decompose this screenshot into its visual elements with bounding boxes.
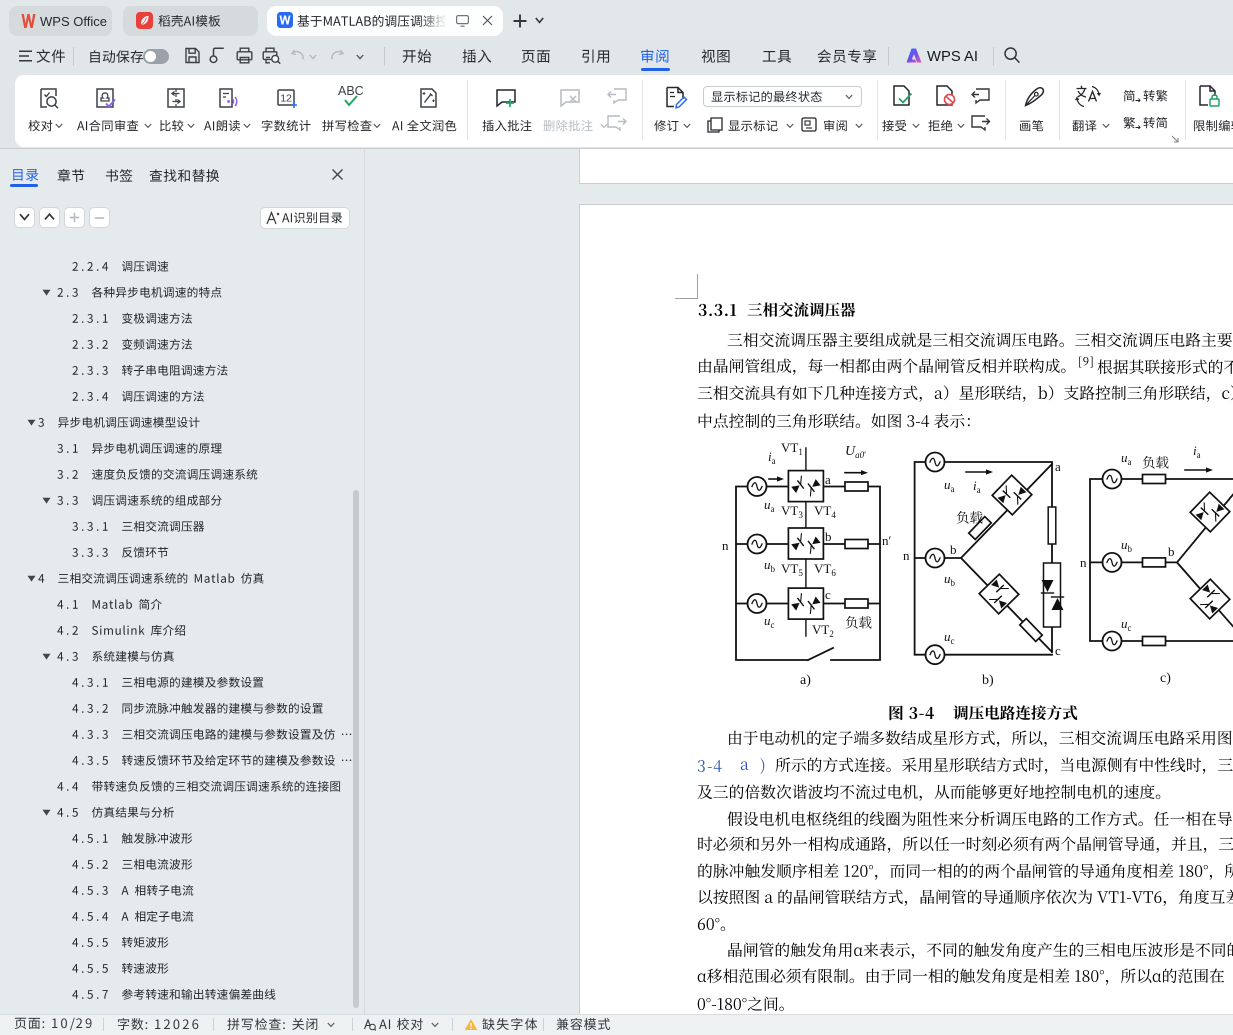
svg-text:12: 12 [280, 93, 292, 105]
svg-text:ABC: ABC [338, 84, 364, 98]
